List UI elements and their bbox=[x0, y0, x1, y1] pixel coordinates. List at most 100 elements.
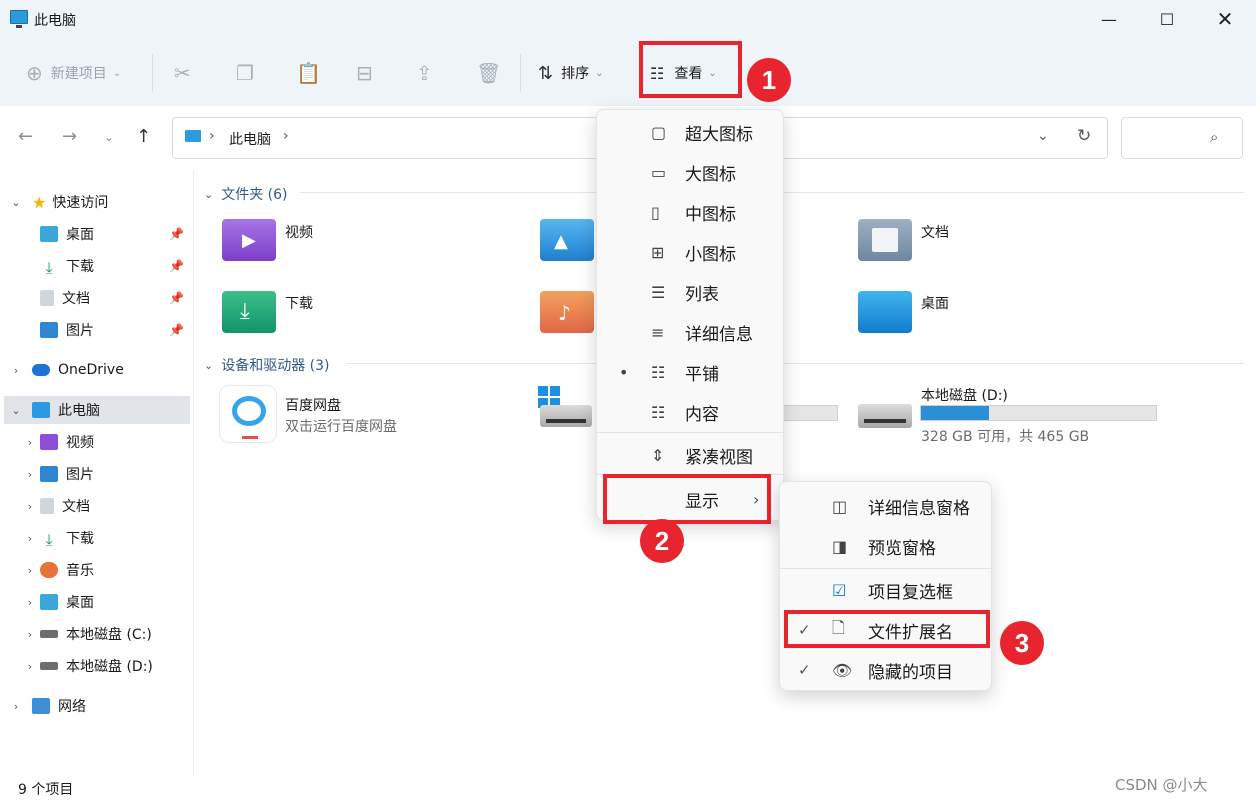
chevron-right-icon[interactable]: › bbox=[20, 468, 40, 481]
selected-dot-icon: • bbox=[619, 362, 629, 382]
paste-button[interactable]: 📋 bbox=[296, 58, 321, 88]
maximize-button[interactable]: ☐ bbox=[1138, 0, 1196, 38]
chevron-right-icon[interactable]: › bbox=[20, 596, 40, 609]
copy-button[interactable]: ❐ bbox=[236, 58, 254, 88]
video-icon bbox=[40, 434, 58, 450]
nav-network[interactable]: › 网络 bbox=[0, 692, 192, 720]
delete-button[interactable]: 🗑 bbox=[476, 58, 501, 88]
menu-item-large-icons[interactable]: ▭ 大图标 bbox=[597, 153, 785, 191]
chevron-right-icon[interactable]: › bbox=[20, 628, 40, 641]
menu-item-content[interactable]: ☷ 内容 bbox=[597, 393, 785, 431]
drive-d-name[interactable]: 本地磁盘 (D:) bbox=[921, 385, 1008, 405]
pictures-icon bbox=[40, 322, 58, 338]
folders-group-header[interactable]: ⌄ 文件夹 (6) bbox=[204, 184, 288, 204]
folder-label[interactable]: 视频 bbox=[285, 222, 313, 242]
nav-item-videos[interactable]: › 视频 bbox=[0, 428, 192, 456]
drive-c-icon[interactable] bbox=[540, 405, 592, 427]
music-note-icon: ♪ bbox=[558, 301, 571, 325]
trash-icon: 🗑 bbox=[476, 61, 502, 85]
nav-quick-access[interactable]: ⌄ ★ 快速访问 bbox=[0, 188, 192, 216]
annotation-box-2 bbox=[603, 474, 771, 524]
menu-item-list[interactable]: ☰ 列表 bbox=[597, 273, 785, 311]
downloads-folder-icon[interactable]: ⤓ bbox=[222, 291, 276, 333]
nav-item-documents[interactable]: 文档 📌 bbox=[0, 284, 192, 312]
menu-item-compact-view[interactable]: ⇕ 紧凑视图 bbox=[597, 436, 785, 474]
chevron-right-icon[interactable]: › bbox=[20, 660, 40, 673]
up-arrow-icon[interactable]: ↑ bbox=[136, 126, 151, 147]
menu-item-hidden-items[interactable]: ✓ 👁 隐藏的项目 bbox=[780, 651, 993, 689]
folder-label[interactable]: 下载 bbox=[285, 293, 313, 313]
search-box[interactable]: ⌕ bbox=[1121, 117, 1243, 159]
nav-onedrive[interactable]: › OneDrive bbox=[0, 356, 192, 384]
sort-button[interactable]: ⇅ 排序 ⌄ bbox=[538, 58, 603, 88]
minimize-button[interactable]: — bbox=[1080, 0, 1138, 38]
share-button[interactable]: ⇪ bbox=[416, 58, 433, 88]
group-title: 设备和驱动器 (3) bbox=[221, 358, 330, 374]
annotation-box-1 bbox=[639, 41, 742, 98]
nav-item-documents[interactable]: › 文档 bbox=[0, 492, 192, 520]
chevron-right-icon[interactable]: › bbox=[20, 500, 40, 513]
sort-icon: ⇅ bbox=[538, 62, 554, 84]
nav-item-music[interactable]: › 音乐 bbox=[0, 556, 192, 584]
devices-group-header[interactable]: ⌄ 设备和驱动器 (3) bbox=[204, 355, 330, 375]
item-count: 9 个项目 bbox=[18, 782, 74, 798]
videos-folder-icon[interactable]: ▶ bbox=[222, 219, 276, 261]
chevron-down-icon[interactable]: ⌄ bbox=[1037, 128, 1049, 144]
chevron-right-icon[interactable]: › bbox=[20, 532, 40, 545]
menu-item-details[interactable]: ≡ 详细信息 bbox=[597, 313, 785, 351]
baidu-netdisk-app-icon[interactable] bbox=[219, 385, 277, 443]
new-item-label: 新建项目 bbox=[50, 66, 107, 82]
rename-button[interactable]: ⊟ bbox=[356, 58, 373, 88]
documents-folder-icon[interactable] bbox=[858, 219, 912, 261]
menu-item-details-pane[interactable]: ◫ 详细信息窗格 bbox=[780, 487, 993, 525]
desktop-folder-icon[interactable] bbox=[858, 291, 912, 333]
nav-item-desktop[interactable]: 桌面 📌 bbox=[0, 220, 192, 248]
nav-item-desktop[interactable]: › 桌面 bbox=[0, 588, 192, 616]
breadcrumb-this-pc[interactable]: 此电脑 bbox=[229, 129, 271, 149]
cut-button[interactable]: ✂ bbox=[174, 58, 191, 88]
nav-item-downloads[interactable]: ⤓ 下载 📌 bbox=[0, 252, 192, 280]
nav-item-pictures[interactable]: › 图片 bbox=[0, 460, 192, 488]
baidu-netdisk-name[interactable]: 百度网盘 bbox=[285, 395, 341, 415]
new-item-button[interactable]: ⊕ 新建项目 ⌄ bbox=[26, 58, 121, 88]
recent-chevron-icon[interactable]: ⌄ bbox=[104, 130, 114, 144]
menu-item-small-icons[interactable]: ⊞ 小图标 bbox=[597, 233, 785, 271]
nav-item-pictures[interactable]: 图片 📌 bbox=[0, 316, 192, 344]
tiles-icon: ☷ bbox=[651, 362, 666, 382]
nav-item-downloads[interactable]: › ⤓ 下载 bbox=[0, 524, 192, 552]
details-pane-icon: ◫ bbox=[832, 496, 848, 516]
pictures-folder-icon[interactable]: ▲ bbox=[540, 219, 594, 261]
forward-arrow-icon[interactable]: → bbox=[62, 126, 77, 147]
nav-item-drive-d[interactable]: › 本地磁盘 (D:) bbox=[0, 652, 192, 680]
refresh-icon[interactable]: ↻ bbox=[1077, 126, 1091, 146]
chevron-right-icon[interactable]: › bbox=[20, 564, 40, 577]
menu-item-tiles[interactable]: • ☷ 平铺 bbox=[597, 353, 785, 391]
chevron-down-icon[interactable]: ⌄ bbox=[6, 196, 26, 209]
menu-item-extra-large-icons[interactable]: ▢ 超大图标 bbox=[597, 113, 785, 151]
nav-item-drive-c[interactable]: › 本地磁盘 (C:) bbox=[0, 620, 192, 648]
folder-label[interactable]: 桌面 bbox=[921, 293, 949, 313]
chevron-right-icon[interactable]: › bbox=[6, 364, 26, 377]
nav-this-pc[interactable]: ⌄ 此电脑 bbox=[4, 396, 190, 424]
chevron-down-icon[interactable]: ⌄ bbox=[6, 404, 26, 417]
drive-d-icon[interactable] bbox=[858, 404, 912, 428]
nav-label: 下载 bbox=[66, 259, 94, 275]
music-folder-icon[interactable]: ♪ bbox=[540, 291, 594, 333]
share-icon: ⇪ bbox=[416, 61, 433, 85]
back-arrow-icon[interactable]: ← bbox=[18, 126, 33, 147]
menu-item-medium-icons[interactable]: ▯ 中图标 bbox=[597, 193, 785, 231]
eye-icon: 👁 bbox=[832, 660, 853, 680]
desktop-icon bbox=[40, 226, 58, 242]
menu-item-item-checkboxes[interactable]: ☑ 项目复选框 bbox=[780, 571, 993, 609]
view-menu: ▢ 超大图标 ▭ 大图标 ▯ 中图标 ⊞ 小图标 ☰ 列表 ≡ 详细信息 • ☷… bbox=[596, 109, 784, 521]
menu-item-label: 平铺 bbox=[685, 364, 719, 385]
chevron-right-icon[interactable]: › bbox=[6, 700, 26, 713]
network-icon bbox=[32, 698, 50, 714]
nav-label: 音乐 bbox=[66, 563, 94, 579]
nav-label: 网络 bbox=[58, 699, 86, 715]
menu-item-preview-pane[interactable]: ◨ 预览窗格 bbox=[780, 527, 993, 565]
chevron-right-icon[interactable]: › bbox=[20, 436, 40, 449]
close-button[interactable]: ✕ bbox=[1196, 0, 1254, 38]
content-icon: ☷ bbox=[651, 402, 666, 422]
folder-label[interactable]: 文档 bbox=[921, 222, 949, 242]
